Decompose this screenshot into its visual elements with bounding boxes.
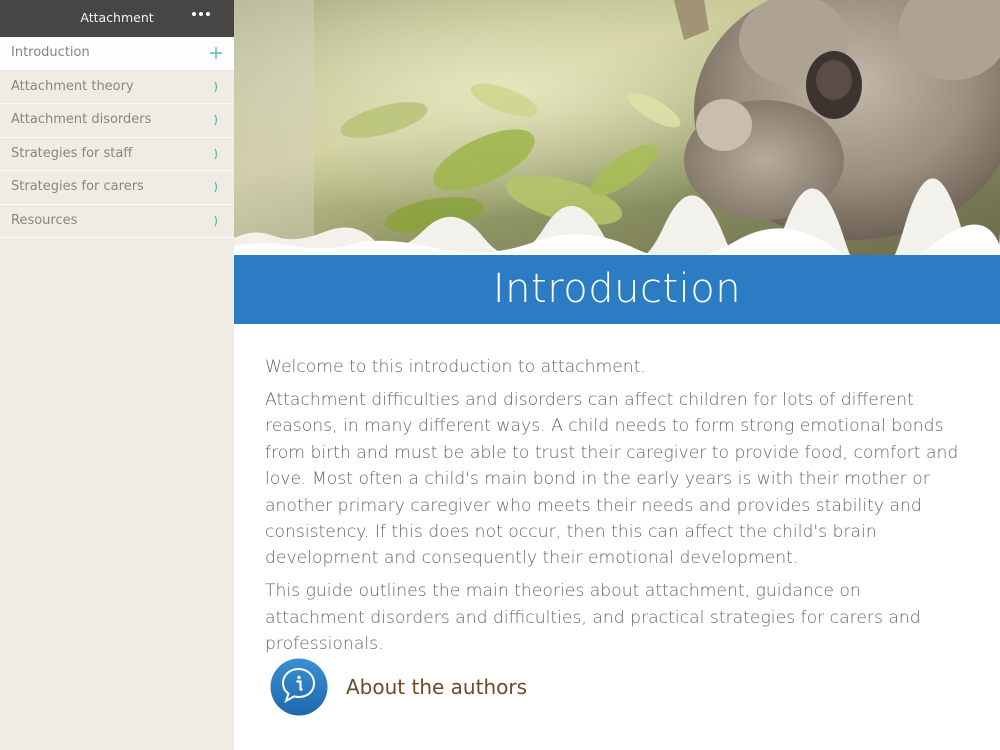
chevron-right-icon: [214, 181, 218, 193]
chevron-right-icon: [214, 215, 218, 226]
chevron-right-icon: [214, 148, 218, 159]
sidebar-header: Attachment: [0, 0, 234, 37]
sidebar-title: Attachment: [80, 10, 154, 25]
sidebar-item-strategies-for-staff[interactable]: Strategies for staff: [0, 138, 234, 171]
sidebar-item-attachment-theory[interactable]: Attachment theory: [0, 71, 234, 104]
sidebar-item-label: Resources: [11, 212, 78, 228]
sidebar-item-label: Introduction: [11, 45, 90, 60]
paragraph: Welcome to this introduction to attachme…: [265, 357, 646, 377]
sidebar-item-introduction[interactable]: Introduction: [0, 37, 234, 71]
page-title: Introduction: [492, 266, 742, 312]
hero-image: [234, 0, 1000, 256]
sidebar-nav: Introduction Attachment theory Attachmen…: [0, 37, 234, 238]
sidebar-item-label: Strategies for carers: [11, 179, 144, 194]
paragraph: This guide outlines the main theories ab…: [265, 581, 921, 655]
page-title-band: Introduction: [234, 255, 1000, 324]
plus-icon: [210, 47, 222, 59]
chevron-right-icon: [214, 81, 218, 92]
paragraph: Attachment difficulties and disorders ca…: [265, 389, 959, 569]
sidebar-item-resources[interactable]: Resources: [0, 205, 234, 238]
about-authors-label: About the authors: [346, 675, 527, 699]
article-body: Welcome to this introduction to attachme…: [265, 354, 965, 664]
sidebar-item-label: Strategies for staff: [11, 145, 133, 161]
more-dots-icon[interactable]: [192, 12, 210, 16]
chevron-right-icon: [214, 114, 218, 126]
about-authors-link[interactable]: About the authors: [270, 657, 527, 717]
koala-photo: [234, 0, 1000, 256]
sidebar: Attachment Introduction Attachment theor…: [0, 0, 234, 750]
info-speech-bubble-icon: [270, 658, 328, 716]
sidebar-item-label: Attachment theory: [11, 78, 134, 94]
sidebar-item-strategies-for-carers[interactable]: Strategies for carers: [0, 171, 234, 205]
sidebar-item-attachment-disorders[interactable]: Attachment disorders: [0, 104, 234, 138]
sidebar-item-label: Attachment disorders: [11, 112, 152, 127]
